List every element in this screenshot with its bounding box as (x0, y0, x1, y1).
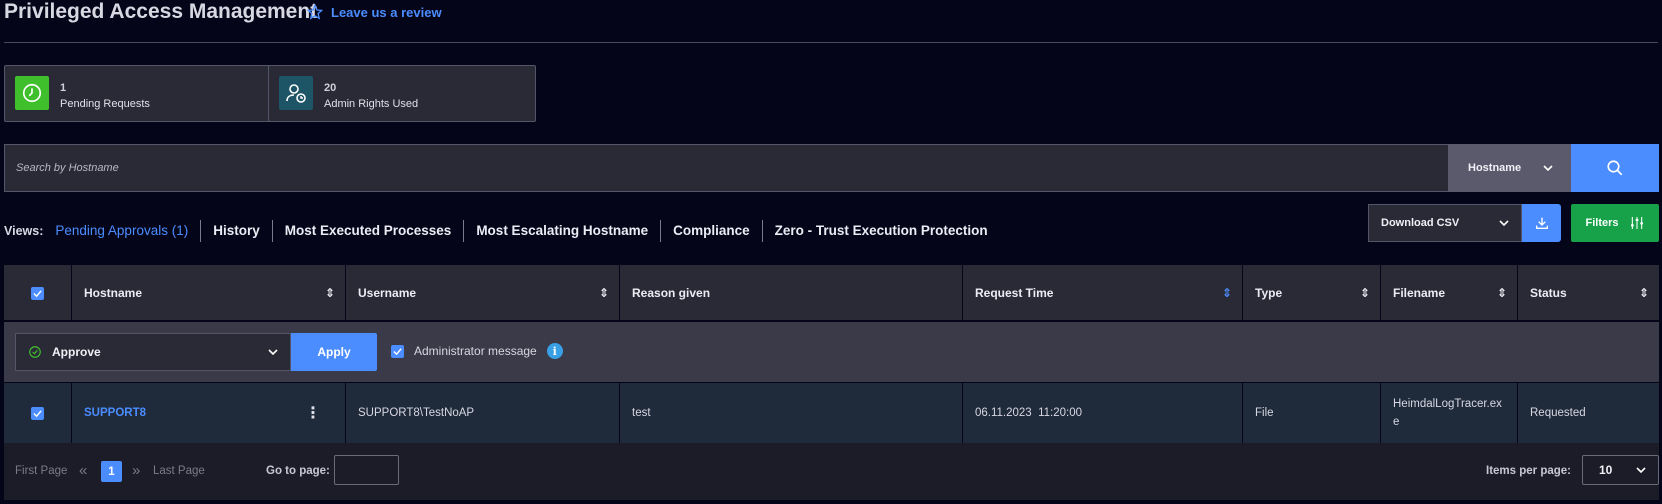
search-button[interactable] (1571, 144, 1659, 192)
star-icon (307, 4, 323, 20)
search-input[interactable] (5, 145, 1448, 191)
col-filename[interactable]: Filename ⇕ (1381, 265, 1518, 321)
admin-rights-card[interactable]: 20 Admin Rights Used (268, 65, 536, 122)
row-select-cell (4, 383, 72, 443)
pending-requests-card[interactable]: 1 Pending Requests (4, 65, 272, 122)
select-all-cell (4, 265, 72, 321)
view-pending-approvals[interactable]: Pending Approvals (1) (55, 220, 200, 242)
col-hostname[interactable]: Hostname ⇕ (72, 265, 346, 321)
check-icon (393, 347, 402, 355)
row-checkbox[interactable] (31, 406, 44, 420)
filename-cell: HeimdalLogTracer.exe (1381, 383, 1518, 443)
check-icon (33, 409, 42, 417)
col-status-label: Status (1530, 286, 1567, 300)
current-page[interactable]: 1 (101, 461, 122, 482)
view-compliance[interactable]: Compliance (660, 220, 762, 242)
view-history[interactable]: History (200, 220, 272, 242)
select-all-checkbox[interactable] (31, 286, 44, 300)
col-reason: Reason given (620, 265, 963, 321)
col-status[interactable]: Status ⇕ (1518, 265, 1659, 321)
table-header: Hostname ⇕ Username ⇕ Reason given Request… (4, 265, 1659, 321)
check-circle-icon (29, 346, 41, 358)
action-select-value: Approve (52, 345, 101, 359)
download-csv-select[interactable]: Download CSV (1368, 204, 1522, 242)
kebab-menu-icon[interactable]: ⋮ (305, 403, 333, 423)
filters-label: Filters (1585, 217, 1619, 229)
bulk-action-bar: Approve Apply Administrator message i (4, 322, 1659, 382)
check-icon (33, 289, 42, 297)
table-row[interactable]: SUPPORT8 ⋮ SUPPORT8\TestNoAP test 06.11.… (4, 383, 1659, 443)
pending-requests-label: Pending Requests (60, 98, 150, 110)
sort-icon[interactable]: ⇕ (599, 286, 609, 300)
views-label: Views: (4, 224, 44, 238)
last-page-link[interactable]: Last Page (153, 465, 205, 477)
chevron-down-icon (268, 349, 278, 356)
chevron-down-icon (1543, 165, 1553, 172)
hostname-cell: SUPPORT8 ⋮ (72, 383, 346, 443)
prev-page-icon[interactable]: « (79, 462, 87, 479)
sort-icon[interactable]: ⇕ (1497, 286, 1507, 300)
col-filename-label: Filename (1393, 286, 1446, 300)
username-cell: SUPPORT8\TestNoAP (346, 383, 620, 443)
sort-icon[interactable]: ⇕ (325, 286, 335, 300)
search-field-select[interactable]: Hostname (1448, 144, 1571, 192)
view-most-escalating-hostname[interactable]: Most Escalating Hostname (463, 220, 660, 242)
download-icon (1535, 217, 1548, 229)
col-request-time[interactable]: Request Time ⇕ (963, 265, 1243, 321)
download-csv-label: Download CSV (1381, 217, 1460, 229)
sort-desc-icon[interactable]: ⇕ (1222, 286, 1232, 300)
admin-rights-label: Admin Rights Used (324, 98, 419, 110)
first-page-link[interactable]: First Page (15, 465, 67, 477)
col-username-label: Username (358, 286, 417, 300)
pending-requests-count: 1 (60, 82, 67, 94)
goto-page-input[interactable] (334, 455, 399, 485)
apply-button[interactable]: Apply (291, 333, 377, 371)
items-per-page-value: 10 (1599, 463, 1613, 477)
col-type-label: Type (1255, 286, 1283, 300)
download-button[interactable] (1522, 204, 1561, 242)
chevron-down-icon (1499, 220, 1509, 227)
views-nav: Views: Pending Approvals (1) History Mos… (4, 220, 1000, 242)
chevron-down-icon (1636, 467, 1646, 474)
page-title: Privileged Access Management (4, 0, 318, 23)
clock-icon (15, 76, 49, 110)
items-per-page-select[interactable]: 10 (1582, 455, 1659, 485)
type-cell: File (1243, 383, 1381, 443)
search-icon (1607, 160, 1623, 176)
sort-icon[interactable]: ⇕ (1639, 286, 1649, 300)
admin-message-label: Administrator message (414, 344, 537, 358)
pagination-bar: First Page « 1 » Last Page Go to page: I… (4, 443, 1659, 500)
items-per-page-label: Items per page: (1486, 465, 1571, 477)
sort-icon[interactable]: ⇕ (1360, 286, 1370, 300)
admin-rights-count: 20 (324, 82, 337, 94)
status-cell: Requested (1530, 407, 1586, 419)
view-most-executed-processes[interactable]: Most Executed Processes (271, 220, 464, 242)
col-type[interactable]: Type ⇕ (1243, 265, 1381, 321)
col-reason-label: Reason given (632, 286, 711, 300)
filters-button[interactable]: Filters (1571, 204, 1659, 242)
view-zero-trust[interactable]: Zero - Trust Execution Protection (761, 220, 1000, 242)
user-clock-icon (279, 76, 313, 110)
search-field-value: Hostname (1468, 162, 1522, 174)
search-bar (4, 144, 1448, 192)
request-time-cell: 06.11.2023 11:20:00 (963, 383, 1243, 443)
admin-message-checkbox[interactable] (391, 344, 404, 358)
info-icon[interactable]: i (546, 343, 563, 359)
reason-cell: test (620, 383, 963, 443)
header-divider (4, 42, 1658, 43)
goto-page-label: Go to page: (266, 465, 330, 477)
col-username[interactable]: Username ⇕ (346, 265, 620, 321)
col-request-time-label: Request Time (975, 286, 1054, 300)
action-select[interactable]: Approve (15, 333, 291, 371)
col-hostname-label: Hostname (84, 286, 143, 300)
leave-review-link[interactable]: Leave us a review (307, 4, 442, 20)
next-page-icon[interactable]: » (132, 462, 140, 479)
hostname-link[interactable]: SUPPORT8 (84, 407, 146, 419)
review-link-label: Leave us a review (331, 4, 442, 20)
admin-message-option: Administrator message i (391, 343, 563, 359)
sliders-icon (1630, 217, 1643, 229)
